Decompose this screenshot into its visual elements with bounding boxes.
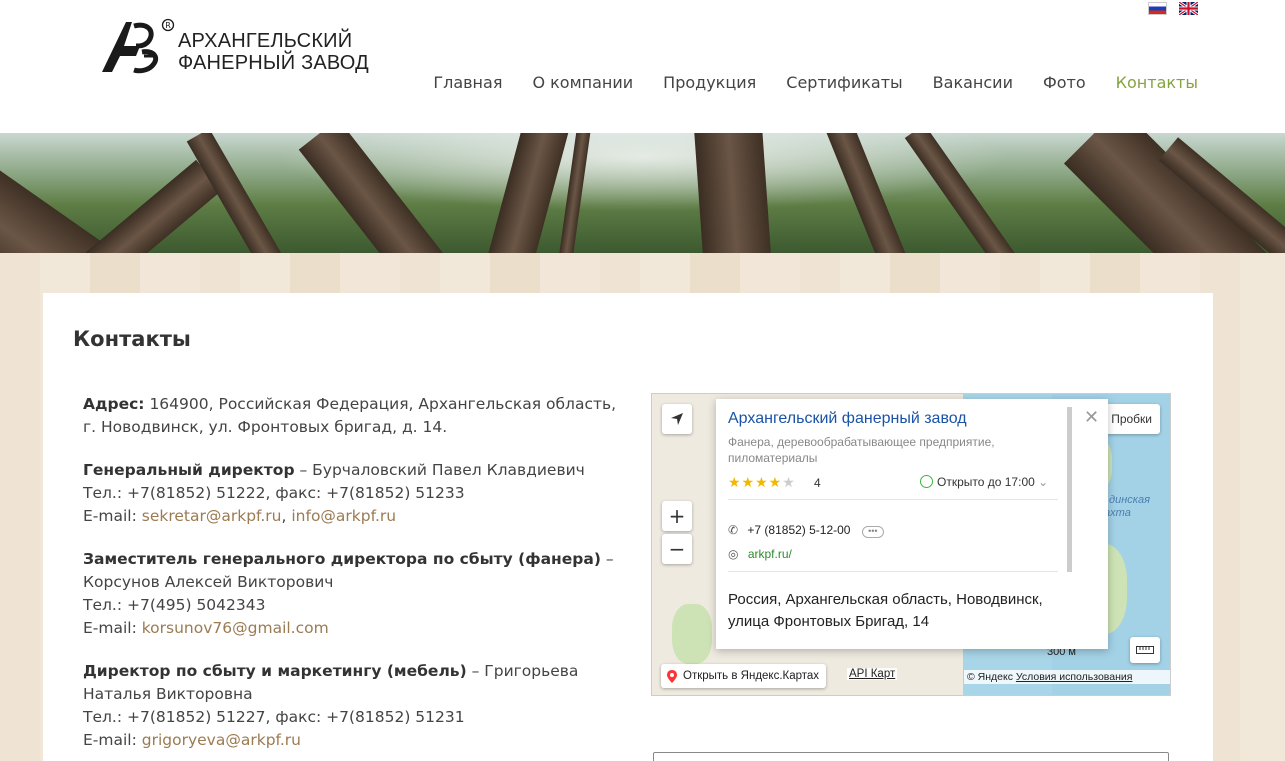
company-name: АРХАНГЕЛЬСКИЙ ФАНЕРНЫЙ ЗАВОД — [178, 30, 369, 74]
contact-phone: Тел.: +7(81852) 51227, факс: +7(81852) 5… — [83, 708, 465, 726]
email-label: E-mail: — [83, 731, 142, 749]
email-label: E-mail: — [83, 619, 142, 637]
divider — [728, 499, 1058, 500]
copyright-text: © Яндекс — [967, 671, 1016, 683]
apz-monogram-icon: R — [102, 18, 175, 74]
site-logo[interactable]: R АРХАНГЕЛЬСКИЙ ФАНЕРНЫЙ ЗАВОД — [96, 16, 369, 78]
ruler-icon — [1136, 646, 1154, 654]
nav-item-products[interactable]: Продукция — [663, 73, 756, 92]
nav-item-home[interactable]: Главная — [433, 73, 502, 92]
main-nav: Главная О компании Продукция Сертификаты… — [433, 73, 1198, 92]
phone-icon: ✆ — [728, 523, 739, 537]
address-text: 164900, Российская Федерация, Архангельс… — [83, 395, 617, 436]
forest-banner — [0, 133, 1285, 253]
terms-link[interactable]: Условия использования — [1016, 671, 1133, 683]
divider — [728, 571, 1058, 572]
contact-role: Генеральный директор — [83, 461, 295, 479]
place-popup: Архангельский фанерный завод ✕ Фанера, д… — [716, 399, 1108, 649]
email-link[interactable]: info@arkpf.ru — [291, 507, 396, 525]
nav-item-photo[interactable]: Фото — [1043, 73, 1086, 92]
language-switcher — [1148, 2, 1198, 15]
nav-item-certificates[interactable]: Сертификаты — [786, 73, 902, 92]
open-in-yandex-label: Открыть в Яндекс.Картах — [683, 670, 820, 682]
contact-sales: Директор по сбыту и маркетингу (мебель) … — [83, 660, 623, 752]
address-label: Адрес: — [83, 395, 145, 413]
place-website-link[interactable]: ◎ arkpf.ru/ — [728, 547, 792, 561]
tree-trunk — [693, 133, 775, 253]
nav-item-vacancies[interactable]: Вакансии — [933, 73, 1013, 92]
svg-text:R: R — [165, 21, 171, 30]
place-category: Фанера, деревообрабатывающее предприятие… — [728, 435, 995, 465]
phone-number: +7 (81852) 5-12-00 — [747, 523, 851, 537]
clock-icon — [920, 475, 933, 488]
email-separator: , — [281, 507, 292, 525]
tree-trunk — [298, 133, 462, 253]
close-icon[interactable]: ✕ — [1084, 407, 1099, 428]
form-input[interactable] — [653, 752, 1169, 761]
opening-hours[interactable]: Открыто до 17:00 ⌄ — [920, 475, 1048, 489]
site-header: R АРХАНГЕЛЬСКИЙ ФАНЕРНЫЙ ЗАВОД Главная О… — [0, 0, 1285, 133]
rating-value: 4 — [814, 476, 821, 490]
contact-deputy: Заместитель генерального директора по сб… — [83, 548, 623, 640]
address-block: Адрес: 164900, Российская Федерация, Арх… — [83, 393, 623, 439]
email-link[interactable]: korsunov76@gmail.com — [142, 619, 329, 637]
tree-trunk — [474, 133, 572, 253]
zoom-in-button[interactable]: + — [662, 501, 692, 531]
contact-phone: Тел.: +7(495) 5042343 — [83, 596, 266, 614]
chevron-down-icon: ⌄ — [1038, 475, 1049, 489]
zoom-out-button[interactable]: − — [662, 534, 692, 564]
contact-role: Заместитель генерального директора по сб… — [83, 550, 601, 568]
tree-trunk — [0, 165, 109, 253]
map-green-area — [672, 604, 712, 664]
contact-role: Директор по сбыту и маркетингу (мебель) — [83, 662, 467, 680]
navigation-arrow-icon — [671, 413, 683, 425]
flag-uk-icon[interactable] — [1179, 2, 1198, 15]
rating-stars-icon: ★★★★★ — [728, 475, 796, 491]
tree-trunk — [904, 133, 1040, 253]
contact-name: – Бурчаловский Павел Клавдиевич — [294, 461, 585, 479]
place-phone[interactable]: ✆ +7 (81852) 5-12-00 ••• — [728, 523, 884, 538]
website-text: arkpf.ru/ — [747, 547, 792, 561]
more-phones-button[interactable]: ••• — [861, 526, 884, 538]
company-name-line2: ФАНЕРНЫЙ ЗАВОД — [178, 52, 369, 74]
globe-icon: ◎ — [728, 547, 739, 561]
open-in-yandex-button[interactable]: Открыть в Яндекс.Картах — [661, 664, 827, 688]
email-label: E-mail: — [83, 507, 142, 525]
page-title: Контакты — [73, 327, 191, 351]
map-pin-icon — [667, 669, 677, 683]
geolocation-button[interactable] — [662, 404, 692, 434]
opening-hours-text: Открыто до 17:00 — [937, 475, 1035, 489]
popup-scrollbar[interactable] — [1067, 407, 1072, 572]
yandex-map[interactable]: …динская пахта + − Пробки 300 м Архангел… — [651, 393, 1171, 696]
flag-russia-icon[interactable] — [1148, 2, 1167, 15]
nav-item-contacts[interactable]: Контакты — [1116, 73, 1198, 92]
contact-ceo: Генеральный директор – Бурчаловский Паве… — [83, 459, 623, 528]
ruler-button[interactable] — [1130, 637, 1160, 663]
map-copyright: © Яндекс Условия использования — [964, 670, 1170, 684]
contacts-list: Адрес: 164900, Российская Федерация, Арх… — [83, 393, 623, 761]
place-title-link[interactable]: Архангельский фанерный завод — [728, 410, 967, 428]
nav-item-about[interactable]: О компании — [532, 73, 633, 92]
company-name-line1: АРХАНГЕЛЬСКИЙ — [178, 30, 353, 52]
email-link[interactable]: grigoryeva@arkpf.ru — [142, 731, 301, 749]
contact-phone: Тел.: +7(81852) 51222, факс: +7(81852) 5… — [83, 484, 465, 502]
api-maps-link[interactable]: API Карт — [847, 668, 898, 680]
email-link[interactable]: sekretar@arkpf.ru — [142, 507, 282, 525]
tree-trunk — [823, 133, 925, 253]
place-address: Россия, Архангельская область, Новодвинс… — [728, 591, 1043, 630]
